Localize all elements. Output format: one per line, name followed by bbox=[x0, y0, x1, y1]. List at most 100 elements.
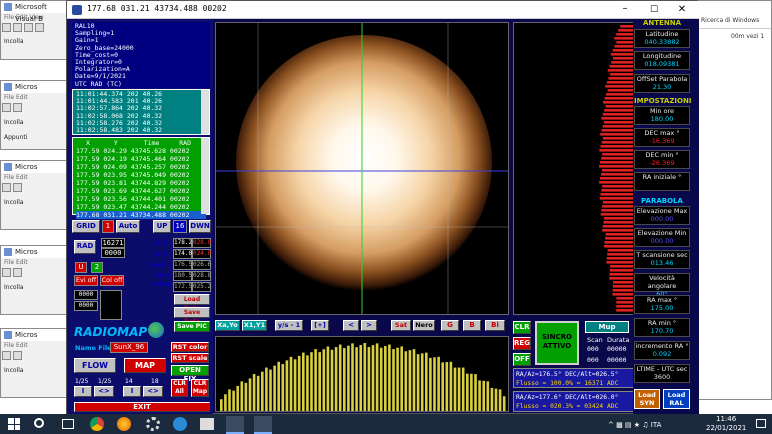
table-row[interactable]: 177.59 024.29 43745.628 00202 bbox=[76, 147, 206, 155]
search-icon[interactable] bbox=[34, 418, 44, 428]
table-row[interactable]: 177.59 023.47 43744.244 00202 bbox=[76, 203, 206, 211]
elev-max-field[interactable]: Elevazione Max 000.00 bbox=[634, 206, 690, 225]
settings-icon[interactable] bbox=[146, 417, 160, 431]
nero-button[interactable]: Nero bbox=[413, 320, 435, 331]
task-view-icon[interactable] bbox=[62, 419, 74, 429]
histogram-bar bbox=[449, 361, 453, 411]
ltime-field[interactable]: LTIME - UTC sec 3600 bbox=[634, 364, 690, 383]
reg-button[interactable]: REG bbox=[513, 337, 531, 350]
up-button[interactable]: UP bbox=[153, 220, 171, 233]
open-fix-button[interactable]: OPEN FIX bbox=[171, 365, 209, 383]
clr-map-button[interactable]: CLR Map bbox=[191, 379, 209, 397]
sat-button[interactable]: Sat bbox=[391, 320, 411, 331]
grid-button[interactable]: GRID bbox=[72, 220, 100, 233]
dec-min-value: -26.369 bbox=[649, 159, 675, 167]
mup-button[interactable]: Mup bbox=[585, 321, 629, 333]
calculator-icon[interactable] bbox=[226, 416, 244, 434]
ra-increment-field[interactable]: incremento RA ° 0.092 bbox=[634, 341, 690, 360]
table-row[interactable]: 177.59 023.69 43744.627 00202 bbox=[76, 187, 206, 195]
bg-window-5[interactable]: Micros File Edit Incolla bbox=[0, 328, 70, 398]
histogram-bar bbox=[293, 359, 297, 411]
dec-min-field[interactable]: DEC min ° -26.369 bbox=[634, 150, 690, 169]
rad-button[interactable]: RAD bbox=[74, 240, 96, 254]
table-row[interactable]: 177.59 023.56 43744.401 00202 bbox=[76, 195, 206, 203]
dec-max-field[interactable]: DEC max ° -16.369 bbox=[634, 128, 690, 147]
auto-button[interactable]: Auto bbox=[116, 220, 140, 233]
step-left-button[interactable]: I bbox=[74, 386, 92, 397]
app-icon-active[interactable] bbox=[254, 416, 272, 434]
ra-min-label: RA min ° bbox=[647, 319, 677, 327]
table-row-selected[interactable]: 177.68 031.21 43734.488 00202 bbox=[76, 211, 206, 219]
chrome-icon[interactable] bbox=[90, 417, 104, 431]
clock-time[interactable]: 11:46 bbox=[716, 415, 736, 423]
dwn-button[interactable]: DWN bbox=[189, 220, 211, 233]
zoom-in-button[interactable]: [+] bbox=[311, 320, 329, 331]
longitude-field[interactable]: Longitudine 018.09381 bbox=[634, 51, 690, 70]
table-row[interactable]: 177.59 024.19 43745.464 00202 bbox=[76, 155, 206, 163]
ys-button[interactable]: y/s - 1 bbox=[275, 320, 303, 331]
radio-map[interactable] bbox=[215, 22, 509, 315]
minimize-icon[interactable]: – bbox=[615, 3, 635, 17]
clock-date[interactable]: 22/01/2021 bbox=[706, 424, 746, 432]
clr-all-button[interactable]: CLR All bbox=[171, 379, 188, 397]
u-indicator[interactable]: U bbox=[75, 262, 87, 273]
load-ral-button[interactable]: Load RAL bbox=[663, 389, 690, 409]
scan-time-field[interactable]: T scansione sec 013.46 bbox=[634, 250, 690, 269]
start-icon[interactable] bbox=[8, 418, 20, 430]
latitude-field[interactable]: Latitudine 040.33882 bbox=[634, 29, 690, 48]
step-right-button[interactable]: I bbox=[123, 386, 141, 397]
rst-color-button[interactable]: RST color bbox=[171, 342, 209, 352]
col-off-button[interactable]: Col off bbox=[100, 275, 124, 286]
edge-icon[interactable] bbox=[173, 417, 187, 431]
map-button[interactable]: MAP bbox=[124, 358, 166, 373]
next-button[interactable]: > bbox=[361, 320, 377, 331]
ra-iniziale-field[interactable]: RA iniziale ° bbox=[634, 172, 690, 191]
maximize-icon[interactable]: ☐ bbox=[644, 3, 664, 17]
table-row[interactable]: 177.59 023.95 43745.049 00202 bbox=[76, 171, 206, 179]
elev-min-field[interactable]: Elevazione Min 000.00 bbox=[634, 228, 690, 247]
bg-window-3[interactable]: Micros File Edit Incolla bbox=[0, 160, 70, 230]
rst-scale-button[interactable]: RST scale bbox=[171, 353, 209, 363]
list-item[interactable]: 11:02:58.483 202 40.32 bbox=[76, 126, 206, 134]
bi-button[interactable]: Bi bbox=[485, 320, 505, 331]
flow-button[interactable]: FLOW bbox=[74, 358, 116, 373]
save-pic-button[interactable]: Save PIC bbox=[174, 321, 210, 332]
xy-value-a: 178.2 bbox=[173, 238, 193, 248]
grid-value[interactable]: 1 bbox=[102, 220, 114, 233]
load-data-button[interactable]: Load Data bbox=[174, 294, 210, 312]
step-mid-button[interactable]: <> bbox=[94, 386, 114, 397]
utc-list[interactable]: 11:01:44.374 202 40.26 11:01:44.583 201 … bbox=[72, 89, 210, 135]
angular-speed-field[interactable]: Velocità angolare 60° bbox=[634, 273, 690, 298]
offset-field[interactable]: OffSet Parabola 21.30 bbox=[634, 74, 690, 93]
scrollbar[interactable] bbox=[201, 138, 209, 214]
up-value[interactable]: 16 bbox=[173, 220, 187, 233]
b-button[interactable]: B bbox=[463, 320, 481, 331]
evi-off-button[interactable]: Evi off bbox=[74, 275, 98, 286]
prev-button[interactable]: < bbox=[343, 320, 359, 331]
g-button[interactable]: G bbox=[441, 320, 459, 331]
off-button[interactable]: OFF bbox=[513, 353, 531, 366]
firefox-icon[interactable] bbox=[117, 417, 131, 431]
mail-icon[interactable] bbox=[200, 418, 214, 430]
data-list[interactable]: X Y Time RAD 177.59 024.29 43745.628 002… bbox=[72, 137, 210, 219]
scrollbar[interactable] bbox=[201, 90, 209, 134]
clr-button[interactable]: CLR bbox=[513, 321, 531, 334]
close-icon[interactable]: ✕ bbox=[672, 3, 692, 17]
xa-yo-button[interactable]: Xa,Yo bbox=[215, 320, 240, 331]
exit-button[interactable]: EXIT bbox=[74, 402, 210, 412]
table-row[interactable]: 177.59 024.09 43745.257 00202 bbox=[76, 163, 206, 171]
u2-indicator[interactable]: 2 bbox=[91, 262, 103, 273]
load-syn-button[interactable]: Load SYN bbox=[634, 389, 660, 409]
name-file-input[interactable]: SunX_96 bbox=[110, 342, 148, 353]
step-mid2-button[interactable]: <> bbox=[143, 386, 163, 397]
bg-window-4[interactable]: Micros File Edit Incolla bbox=[0, 245, 70, 315]
save-data-button[interactable]: Save Data bbox=[174, 307, 210, 325]
table-row[interactable]: 177.59 023.81 43744.829 00202 bbox=[76, 179, 206, 187]
ra-max-field[interactable]: RA max ° 175.00 bbox=[634, 295, 690, 314]
min-ore-field[interactable]: Min ore 180.00 bbox=[634, 106, 690, 125]
x1-y1-button[interactable]: X1,Y1 bbox=[242, 320, 267, 331]
bg-window-2[interactable]: Micros File Edit Incolla Appunti bbox=[0, 80, 70, 150]
ra-min-field[interactable]: RA min ° 170.70 bbox=[634, 318, 690, 337]
sincro-indicator[interactable]: SINCRO ATTIVO bbox=[535, 321, 579, 365]
notification-icon[interactable] bbox=[756, 419, 766, 428]
